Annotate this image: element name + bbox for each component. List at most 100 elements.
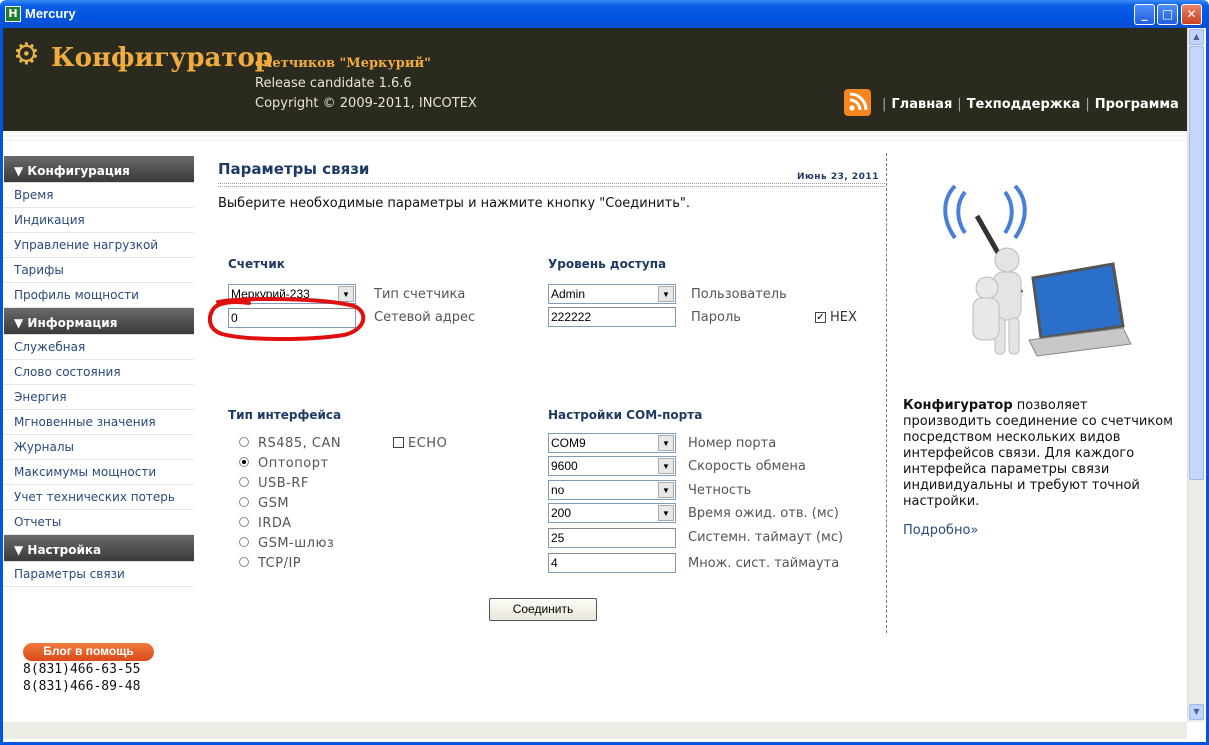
radio-irda-label: IRDA (258, 516, 292, 531)
scroll-up-icon[interactable]: ▲ (1189, 29, 1204, 45)
sidebar-item-power-max[interactable]: Максимумы мощности (4, 460, 194, 485)
maximize-button[interactable]: □ (1157, 4, 1178, 25)
description-text: Конфигуратор позволяет производить соеди… (903, 398, 1173, 510)
radio-tcp-ip-label: TCP/IP (258, 556, 302, 571)
brand-title: Конфигуратор (51, 43, 273, 73)
access-level-label: Пользователь (691, 287, 787, 302)
radio-optoport[interactable] (239, 457, 249, 467)
sidebar-item-instant-values[interactable]: Мгновенные значения (4, 410, 194, 435)
sidebar-item-service[interactable]: Служебная (4, 335, 194, 360)
description-bold: Конфигуратор (903, 398, 1013, 413)
response-wait-select[interactable]: 200 ▼ (548, 503, 676, 523)
sidebar-item-energy[interactable]: Энергия (4, 385, 194, 410)
baud-rate-value: 9600 (551, 459, 578, 473)
interface-section-title: Тип интерфейса (228, 408, 342, 422)
meter-type-label: Тип счетчика (374, 287, 466, 302)
window-title: Mercury (25, 6, 76, 21)
sidebar-item-tariffs[interactable]: Тарифы (4, 258, 194, 283)
radio-gsm-gateway[interactable] (239, 537, 249, 547)
connect-button[interactable]: Соединить (489, 598, 597, 621)
meter-section-title: Счетчик (228, 257, 285, 271)
password-input[interactable]: 222222 (548, 307, 676, 327)
copyright: Copyright © 2009-2011, INCOTEX (255, 96, 477, 111)
brand-subtitle: счетчиков "Меркурий" (255, 56, 431, 71)
page-title: Параметры связи (218, 160, 370, 178)
sidebar-item-connection-params[interactable]: Параметры связи (4, 562, 194, 587)
minimize-button[interactable]: _ (1134, 4, 1155, 25)
radio-usb-rf-label: USB-RF (258, 476, 309, 491)
rss-icon[interactable] (844, 89, 871, 116)
sidebar-header-info[interactable]: ▼ Информация (4, 308, 194, 335)
baud-rate-label: Скорость обмена (688, 459, 806, 474)
nav-support[interactable]: Техподдержка (967, 97, 1081, 112)
parity-label: Четность (688, 483, 752, 498)
response-wait-value: 200 (551, 506, 572, 520)
connection-illustration (933, 178, 1133, 378)
sidebar-header-config[interactable]: ▼ Конфигурация (4, 156, 194, 183)
parity-value: no (551, 483, 565, 497)
echo-checkbox[interactable] (393, 437, 404, 448)
timeout-multiplier-input[interactable]: 4 (548, 553, 676, 573)
sidebar-item-time[interactable]: Время (4, 183, 194, 208)
echo-label: ECHO (408, 436, 448, 451)
header-divider (3, 131, 1187, 141)
sidebar-item-reports[interactable]: Отчеты (4, 510, 194, 535)
sidebar-header-settings[interactable]: ▼ Настройка (4, 535, 194, 562)
sidebar-item-load-control[interactable]: Управление нагрузкой (4, 233, 194, 258)
chevron-down-icon: ▼ (658, 482, 674, 498)
hex-checkbox[interactable]: ✓ (815, 312, 826, 323)
nav-program[interactable]: Программа (1095, 97, 1179, 112)
scroll-down-icon[interactable]: ▼ (1189, 704, 1204, 720)
system-timeout-input[interactable]: 25 (548, 528, 676, 548)
access-level-select[interactable]: Admin ▼ (548, 284, 676, 304)
nav-home[interactable]: Главная (891, 97, 952, 112)
hex-label: HEX (830, 310, 857, 325)
radio-gsm-label: GSM (258, 496, 290, 511)
chevron-down-icon: ▼ (658, 435, 674, 451)
sidebar-item-power-profile[interactable]: Профиль мощности (4, 283, 194, 308)
com-section-title: Настройки COM-порта (548, 408, 703, 422)
phone-number-2: 8(831)466-89-48 (23, 679, 141, 694)
sidebar-item-journals[interactable]: Журналы (4, 435, 194, 460)
radio-usb-rf[interactable] (239, 477, 249, 487)
radio-irda[interactable] (239, 517, 249, 527)
baud-rate-select[interactable]: 9600 ▼ (548, 456, 676, 476)
sidebar-item-indication[interactable]: Индикация (4, 208, 194, 233)
vertical-scrollbar[interactable]: ▲ ▼ (1187, 28, 1204, 722)
radio-rs485-label: RS485, CAN (258, 436, 342, 451)
password-label: Пароль (691, 310, 741, 325)
access-level-value: Admin (551, 287, 586, 301)
gear-icon: ⚙ (13, 37, 40, 72)
phone-number-1: 8(831)466-63-55 (23, 662, 141, 677)
blog-button[interactable]: Блог в помощь (23, 643, 154, 661)
response-wait-label: Время ожид. отв. (мс) (688, 506, 839, 521)
sidebar-item-tech-losses[interactable]: Учет технических потерь (4, 485, 194, 510)
parity-select[interactable]: no ▼ (548, 480, 676, 500)
network-address-label: Сетевой адрес (374, 310, 476, 325)
scroll-thumb[interactable] (1189, 46, 1204, 480)
com-port-value: COM9 (551, 436, 586, 450)
page-header: ⚙ Конфигуратор счетчиков "Меркурий" Rele… (3, 28, 1187, 131)
close-button[interactable]: ✕ (1181, 4, 1202, 25)
column-divider (886, 153, 887, 633)
chevron-down-icon: ▼ (658, 286, 674, 302)
more-link[interactable]: Подробно» (903, 523, 978, 538)
radio-tcp-ip[interactable] (239, 557, 249, 567)
window-titlebar: H Mercury _ □ ✕ (0, 0, 1209, 28)
radio-gsm-gateway-label: GSM-шлюз (258, 536, 335, 551)
radio-optoport-label: Оптопорт (258, 456, 329, 471)
horizontal-scroll-area (3, 722, 1187, 739)
access-section-title: Уровень доступа (548, 257, 667, 271)
radio-gsm[interactable] (239, 497, 249, 507)
radio-rs485[interactable] (239, 437, 249, 447)
description-rest: позволяет производить соединение со счет… (903, 398, 1173, 509)
sidebar-item-status-word[interactable]: Слово состояния (4, 360, 194, 385)
chevron-down-icon: ▼ (658, 505, 674, 521)
com-port-select[interactable]: COM9 ▼ (548, 433, 676, 453)
page-date: Июнь 23, 2011 (797, 172, 879, 182)
red-annotation-circle (207, 296, 366, 341)
instruction-text: Выберите необходимые параметры и нажмите… (218, 196, 691, 211)
title-divider (218, 183, 885, 187)
release-version: Release candidate 1.6.6 (255, 76, 412, 91)
system-timeout-label: Системн. таймаут (мс) (688, 530, 844, 545)
